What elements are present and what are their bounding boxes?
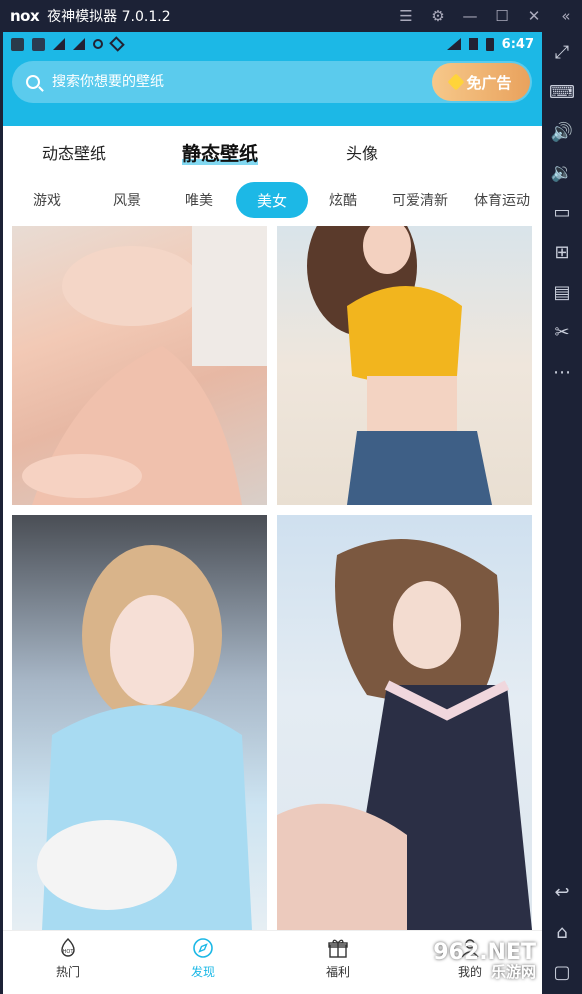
nav-hot[interactable]: HOT 热门 (33, 937, 103, 989)
category-games[interactable]: 游戏 (19, 182, 75, 218)
site-watermark: 962.NET 乐游网 (433, 940, 536, 982)
nav-discover-label: 发现 (190, 965, 215, 979)
wallpaper-image (22, 226, 267, 505)
nav-benefits-label: 福利 (325, 965, 350, 979)
wallpaper-thumbnail[interactable] (12, 515, 267, 930)
wallpaper-thumbnail[interactable] (277, 226, 532, 505)
app-header: 免广告 (3, 56, 542, 126)
multi-instance-icon[interactable]: ▤ (542, 272, 582, 312)
scissors-icon[interactable]: ✂ (542, 312, 582, 352)
maximize-icon[interactable]: ☐ (486, 0, 518, 32)
close-icon[interactable]: ✕ (518, 0, 550, 32)
tab-avatar[interactable]: 头像 (346, 140, 378, 164)
category-bar: 游戏 风景 唯美 美女 炫酷 可爱清新 体育运动 (3, 182, 542, 218)
volume-down-icon[interactable]: 🔉 (542, 152, 582, 192)
svg-text:HOT: HOT (63, 949, 75, 955)
tab-dynamic-wallpaper[interactable]: 动态壁纸 (42, 140, 106, 164)
battery-icon (485, 37, 494, 51)
collapse-sidebar-icon[interactable]: « (550, 0, 582, 32)
no-ads-label: 免广告 (466, 73, 512, 92)
search-bar[interactable]: 免广告 (12, 61, 532, 103)
emulator-sidebar: ⤢ ⌨ 🔊 🔉 ▭ ⊞ ▤ ✂ ⋯ ↩ ⌂ ▢ (542, 32, 582, 994)
diamond-icon (447, 73, 465, 91)
category-aesthetic[interactable]: 唯美 (171, 182, 227, 218)
more-icon[interactable]: ⋯ (542, 352, 582, 392)
fullscreen-icon[interactable]: ⤢ (542, 32, 582, 72)
search-icon (26, 75, 40, 89)
search-input[interactable] (52, 74, 412, 90)
wifi-icon (446, 38, 461, 50)
compass-icon (193, 938, 213, 958)
app-notification-icon (32, 37, 45, 51)
window-title: 夜神模拟器 7.0.1.2 (47, 9, 171, 25)
title-bar: nox 夜神模拟器 7.0.1.2 ☰ ⚙ — ☐ ✕ « (0, 0, 582, 32)
wallpaper-image (277, 539, 532, 930)
category-cute-fresh[interactable]: 可爱清新 (387, 182, 453, 218)
window-controls: ☰ ⚙ — ☐ ✕ « (390, 0, 582, 32)
apk-install-icon[interactable]: ⊞ (542, 232, 582, 272)
back-icon[interactable]: ↩ (542, 872, 582, 912)
android-screen: 6:47 免广告 动态壁纸 静态壁纸 头像 游戏 风景 唯美 美女 炫酷 (3, 32, 542, 994)
minimize-icon[interactable]: — (454, 0, 486, 32)
sync-icon (93, 39, 103, 49)
nav-benefits[interactable]: 福利 (303, 937, 373, 989)
message-icon (11, 37, 24, 51)
keyboard-icon[interactable]: ⌨ (542, 72, 582, 112)
volume-up-icon[interactable]: 🔊 (542, 112, 582, 152)
signal-icon (53, 38, 65, 50)
signal-icon-2 (73, 38, 85, 50)
screen-icon[interactable]: ▭ (542, 192, 582, 232)
main-tabs: 动态壁纸 静态壁纸 头像 (3, 126, 542, 178)
category-sports[interactable]: 体育运动 (467, 182, 537, 218)
shield-icon (109, 36, 125, 52)
no-sim-icon (468, 38, 478, 50)
category-scenery[interactable]: 风景 (99, 182, 155, 218)
settings-icon[interactable]: ⚙ (422, 0, 454, 32)
gift-icon (328, 939, 348, 958)
tab-static-wallpaper[interactable]: 静态壁纸 (182, 139, 259, 166)
category-beauty[interactable]: 美女 (236, 182, 308, 218)
wallpaper-thumbnail[interactable] (12, 226, 267, 505)
nav-hot-label: 热门 (55, 965, 80, 979)
emulator-window: nox 夜神模拟器 7.0.1.2 ☰ ⚙ — ☐ ✕ « ⤢ ⌨ 🔊 🔉 ▭ … (0, 0, 582, 994)
nav-discover[interactable]: 发现 (168, 937, 238, 989)
wallpaper-image (307, 226, 492, 505)
status-bar: 6:47 (3, 32, 542, 56)
recent-apps-icon[interactable]: ▢ (542, 952, 582, 992)
clock: 6:47 (501, 36, 534, 52)
menu-icon[interactable]: ☰ (390, 0, 422, 32)
no-ads-button[interactable]: 免广告 (432, 63, 530, 101)
wallpaper-image (37, 545, 252, 930)
wallpaper-thumbnail[interactable] (277, 515, 532, 930)
nox-logo: nox (10, 7, 40, 25)
home-icon[interactable]: ⌂ (542, 912, 582, 952)
category-cool[interactable]: 炫酷 (315, 182, 371, 218)
hot-icon: HOT (61, 938, 75, 957)
